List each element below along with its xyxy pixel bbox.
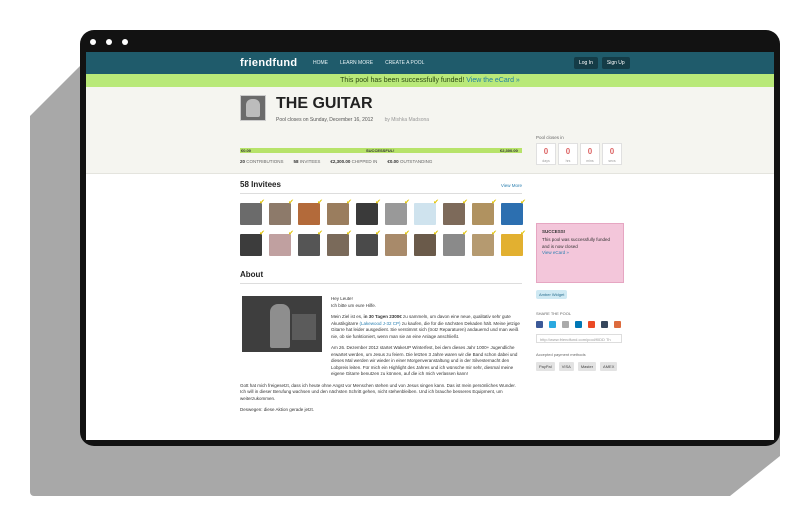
invitee-avatar[interactable] bbox=[327, 230, 352, 256]
success-title: SUCCESS! bbox=[542, 229, 566, 234]
invitee-avatar[interactable] bbox=[356, 199, 381, 225]
banner-ecard-link[interactable]: View the eCard » bbox=[466, 77, 520, 84]
invitees-title: 58 Invitees bbox=[240, 180, 281, 189]
browser-frame: friendfund HOME LEARN MORE CREATE A POOL… bbox=[80, 30, 780, 446]
pool-closes-text: Pool closes on Sunday, December 16, 2012 bbox=[276, 117, 374, 123]
about-content: Hey Leute! Ich bitte um eure Hilfe. Mein… bbox=[240, 296, 522, 414]
invitee-avatar[interactable] bbox=[472, 230, 497, 256]
nav-link-learn-more[interactable]: LEARN MORE bbox=[340, 60, 373, 66]
invitee-avatar[interactable] bbox=[385, 230, 410, 256]
about-header: About bbox=[240, 270, 522, 284]
invitee-avatar[interactable] bbox=[240, 199, 265, 225]
countdown-secs: 0 secs bbox=[602, 143, 622, 165]
payment-title: Accepted payment methods bbox=[536, 352, 586, 357]
widget-tag[interactable]: Amber Widget bbox=[536, 290, 568, 299]
window-dot-close[interactable] bbox=[90, 39, 96, 45]
stumbleupon-icon[interactable] bbox=[588, 321, 595, 328]
invitee-avatar[interactable] bbox=[443, 199, 468, 225]
countdown-hours: 0 hrs bbox=[558, 143, 578, 165]
success-text: This pool was successfully funded and is… bbox=[542, 237, 611, 249]
countdown-mins: 0 mins bbox=[580, 143, 600, 165]
share-url-field[interactable]: http://www.friendfund.com/pool/f0DD Th bbox=[536, 334, 622, 343]
about-paragraph-faith: Gott hat mich freigesetzt, dass ich heut… bbox=[240, 382, 516, 401]
progress-status-label: SUCCESSFUL! bbox=[366, 148, 395, 153]
stat-contributions: 20 CONTRIBUTIONS bbox=[240, 159, 284, 164]
invitee-avatar[interactable] bbox=[414, 199, 439, 225]
invitee-avatar[interactable] bbox=[472, 199, 497, 225]
pool-author[interactable]: by Mishka Madsona bbox=[385, 117, 429, 123]
signup-button[interactable]: Sign Up bbox=[601, 57, 630, 69]
invitee-avatar[interactable] bbox=[269, 199, 294, 225]
progress-right-label: €2,300.00 bbox=[500, 148, 518, 153]
site-logo[interactable]: friendfund bbox=[240, 57, 297, 69]
success-box: SUCCESS! This pool was successfully fund… bbox=[536, 223, 624, 283]
countdown-boxes: 0 days 0 hrs 0 mins 0 secs bbox=[536, 143, 624, 165]
about-title: About bbox=[240, 270, 264, 279]
payment-paypal: PayPal bbox=[536, 362, 555, 371]
banner-text: This pool has been successfully funded! bbox=[340, 77, 465, 84]
about-paragraph-closing: Deswegen: diese Aktion gerade jetzt. bbox=[240, 407, 315, 412]
top-navigation: friendfund HOME LEARN MORE CREATE A POOL… bbox=[86, 52, 774, 74]
stat-invitees: 58 INVITEES bbox=[293, 159, 321, 164]
invitee-avatar[interactable] bbox=[414, 230, 439, 256]
invitee-avatar[interactable] bbox=[240, 230, 265, 256]
linkedin-icon[interactable] bbox=[575, 321, 582, 328]
stat-chipped: €2,300.00 CHIPPED IN bbox=[330, 159, 378, 164]
invitee-avatar[interactable] bbox=[298, 230, 323, 256]
pool-subline: Pool closes on Sunday, December 16, 2012… bbox=[276, 117, 429, 123]
window-dot-maximize[interactable] bbox=[122, 39, 128, 45]
pool-title: THE GUITAR bbox=[276, 95, 373, 112]
payment-methods: PayPal VISA Master AMEX bbox=[536, 362, 624, 371]
about-photo bbox=[242, 296, 322, 352]
login-button[interactable]: Log In bbox=[574, 57, 598, 69]
plus-icon[interactable] bbox=[614, 321, 621, 328]
nav-link-create-pool[interactable]: CREATE A POOL bbox=[385, 60, 424, 66]
invitee-avatar[interactable] bbox=[269, 230, 294, 256]
share-icons bbox=[536, 321, 624, 328]
tumblr-icon[interactable] bbox=[601, 321, 608, 328]
countdown: Pool closes in 0 days 0 hrs 0 mins 0 secs bbox=[536, 135, 624, 165]
auth-buttons: Log In Sign Up bbox=[574, 57, 630, 69]
invitee-avatar[interactable] bbox=[327, 199, 352, 225]
invitee-avatar[interactable] bbox=[298, 199, 323, 225]
window-controls bbox=[90, 39, 128, 45]
invitee-avatar[interactable] bbox=[385, 199, 410, 225]
invitee-avatar[interactable] bbox=[501, 199, 526, 225]
pool-header: THE GUITAR Pool closes on Sunday, Decemb… bbox=[86, 87, 774, 174]
nav-link-home[interactable]: HOME bbox=[313, 60, 328, 66]
pool-thumbnail bbox=[240, 95, 266, 121]
email-icon[interactable] bbox=[562, 321, 569, 328]
payment-amex: AMEX bbox=[600, 362, 618, 371]
progress-left-label: €0.00 bbox=[241, 148, 252, 153]
success-banner: This pool has been successfully funded! … bbox=[86, 74, 774, 87]
stage: friendfund HOME LEARN MORE CREATE A POOL… bbox=[0, 0, 812, 526]
payment-visa: VISA bbox=[558, 362, 574, 371]
page-viewport: friendfund HOME LEARN MORE CREATE A POOL… bbox=[86, 52, 774, 440]
stat-outstanding: €0.00 OUTSTANDING bbox=[387, 159, 433, 164]
countdown-days: 0 days bbox=[536, 143, 556, 165]
invitee-avatar[interactable] bbox=[356, 230, 381, 256]
guitar-link[interactable]: (Lakewood J-32 CP) bbox=[360, 321, 401, 326]
pool-stats: 20 CONTRIBUTIONS 58 INVITEES €2,300.00 C… bbox=[240, 159, 432, 164]
success-ecard-link[interactable]: View eCard » bbox=[542, 250, 618, 255]
window-dot-minimize[interactable] bbox=[106, 39, 112, 45]
invitees-header: 58 Invitees View More bbox=[240, 180, 522, 194]
countdown-title: Pool closes in bbox=[536, 135, 564, 140]
invitee-avatar[interactable] bbox=[443, 230, 468, 256]
main-column: 58 Invitees View More About Hey Leute! I… bbox=[240, 180, 526, 414]
twitter-icon[interactable] bbox=[549, 321, 556, 328]
facebook-icon[interactable] bbox=[536, 321, 543, 328]
share-title: SHARE THE POOL bbox=[536, 311, 572, 316]
invitee-grid bbox=[240, 199, 526, 256]
sidebar: SUCCESS! This pool was successfully fund… bbox=[536, 180, 624, 371]
invitee-avatar[interactable] bbox=[501, 230, 526, 256]
nav-links: HOME LEARN MORE CREATE A POOL bbox=[313, 60, 424, 66]
payment-mastercard: Master bbox=[577, 362, 597, 371]
view-more-link[interactable]: View More bbox=[501, 183, 522, 189]
